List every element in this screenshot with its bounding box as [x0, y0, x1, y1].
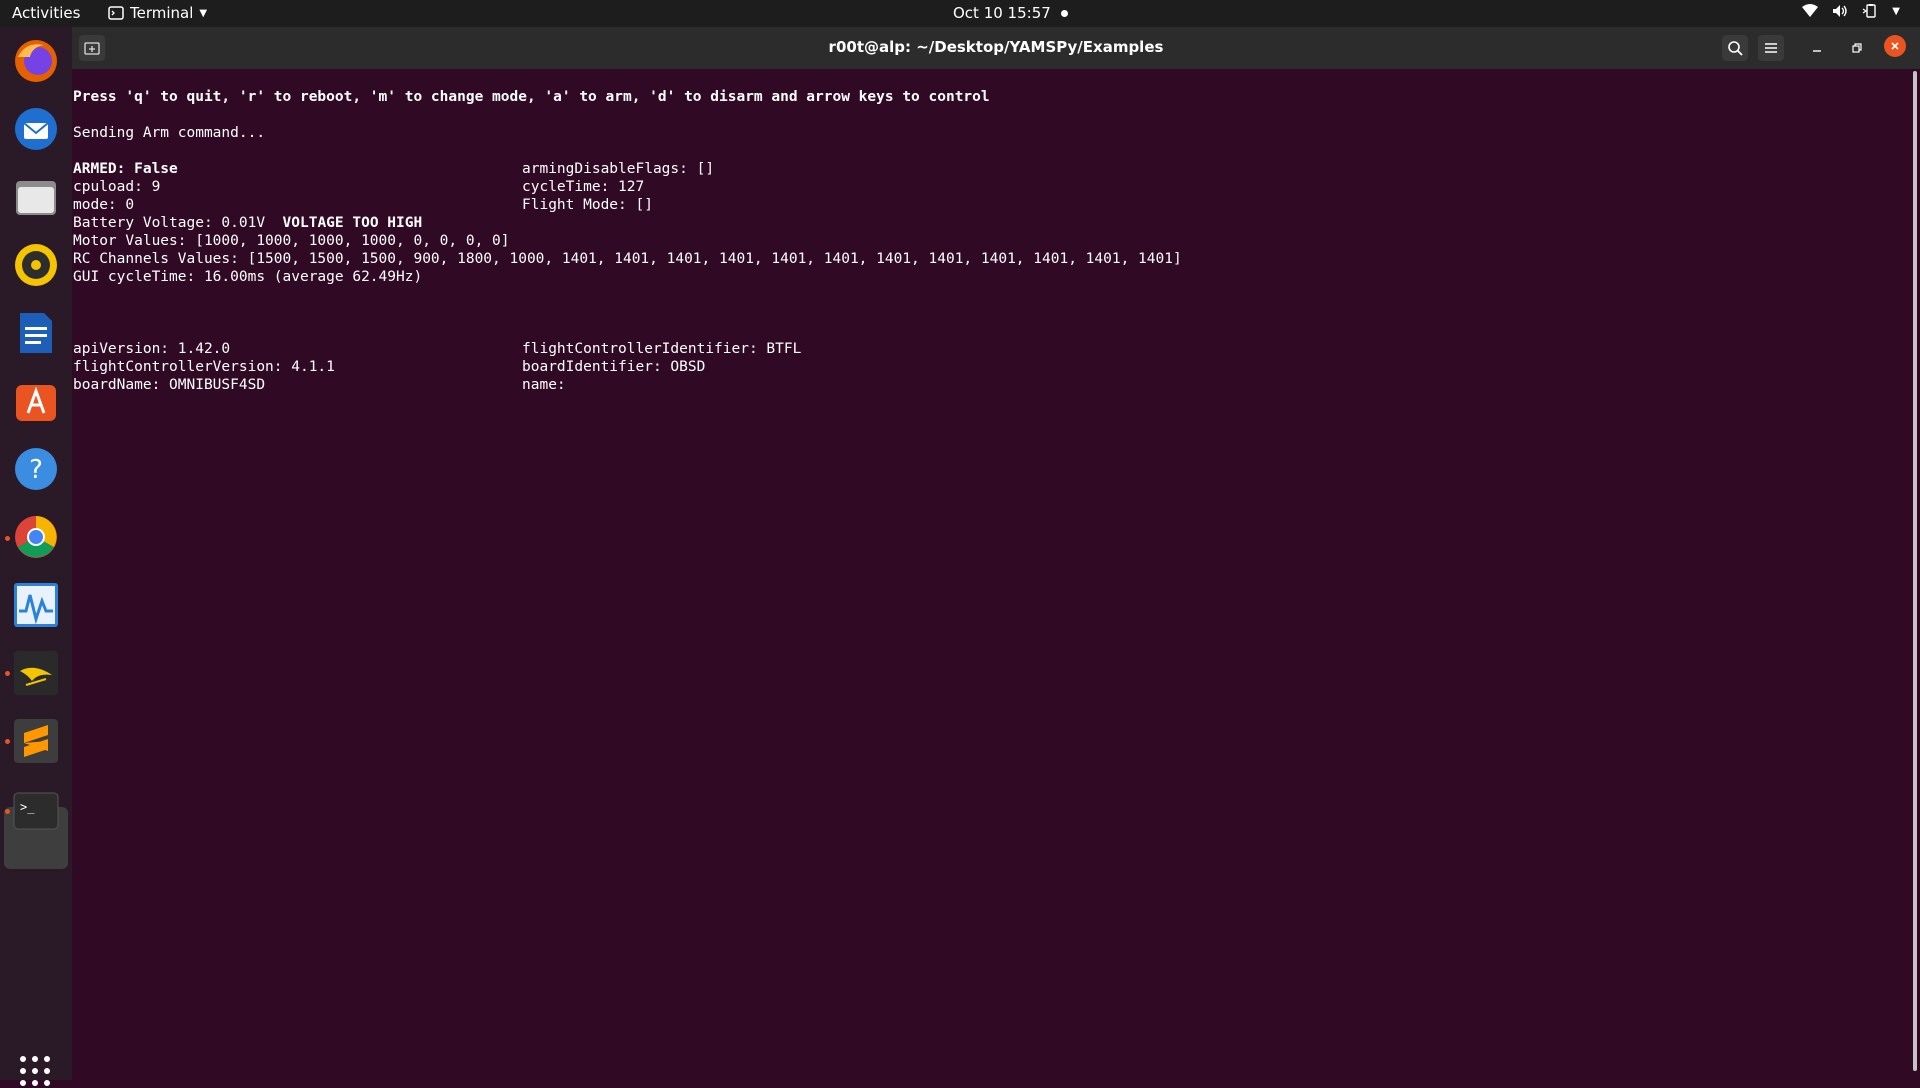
search-button[interactable]	[1722, 35, 1748, 61]
minimize-button[interactable]	[1804, 35, 1830, 61]
motor-values-line: Motor Values: [1000, 1000, 1000, 1000, 0…	[73, 233, 510, 249]
maximize-button[interactable]	[1844, 35, 1870, 61]
cpuload-line: cpuload: 9	[73, 179, 161, 195]
running-indicator	[5, 809, 10, 814]
dock-help[interactable]: ?	[12, 445, 60, 493]
battery-line: Battery Voltage: 0.01V VOLTAGE TOO HIGH	[73, 214, 422, 232]
chrome-icon	[15, 516, 57, 558]
system-monitor-icon	[14, 583, 58, 627]
wifi-icon	[1802, 4, 1819, 17]
system-status-area[interactable]: ▼	[1802, 4, 1900, 18]
minimize-icon	[1813, 50, 1821, 52]
show-apps-icon[interactable]	[20, 1056, 52, 1088]
software-icon	[16, 385, 56, 421]
dock-firefox[interactable]	[12, 37, 60, 85]
dock: ? >_	[0, 27, 72, 1086]
app-menu[interactable]: Terminal ▼	[108, 4, 207, 22]
dock-bird-app[interactable]	[12, 649, 60, 697]
fc-version-line: flightControllerVersion: 4.1.1	[73, 359, 335, 375]
dock-sublime-text[interactable]	[12, 717, 60, 765]
activities-button[interactable]: Activities	[12, 4, 80, 22]
dock-thunderbird[interactable]	[12, 105, 60, 153]
system-menu-chevron-icon: ▼	[1892, 5, 1900, 17]
running-indicator	[5, 536, 10, 541]
dock-rhythmbox[interactable]	[12, 241, 60, 289]
chevron-down-icon: ▼	[199, 7, 208, 19]
help-icon: ?	[15, 448, 57, 490]
voltage-warning: VOLTAGE TOO HIGH	[282, 215, 423, 231]
board-name-line: boardName: OMNIBUSF4SD	[73, 377, 266, 393]
thunderbird-icon	[15, 108, 57, 150]
window-title: r00t@alp: ~/Desktop/YAMSPy/Examples	[828, 38, 1164, 56]
arming-flags: armingDisableFlags: []	[522, 161, 715, 177]
instructions-line: Press 'q' to quit, 'r' to reboot, 'm' to…	[73, 89, 990, 105]
search-icon	[1728, 41, 1743, 56]
files-icon	[16, 181, 56, 215]
running-indicator	[5, 671, 10, 676]
armed-status: ARMED: False	[73, 161, 178, 177]
clock[interactable]: Oct 10 15:57	[953, 4, 1068, 22]
terminal-small-icon	[108, 6, 124, 20]
cycletime-line: cycleTime: 127	[522, 179, 645, 195]
close-icon	[1891, 42, 1899, 50]
api-version-line: apiVersion: 1.42.0	[73, 341, 231, 357]
datetime-label: Oct 10 15:57	[953, 4, 1051, 22]
gui-cycletime-line: GUI cycleTime: 16.00ms (average 62.49Hz)	[73, 269, 423, 285]
terminal-scrollbar[interactable]	[1910, 69, 1920, 1080]
rhythmbox-icon	[15, 244, 57, 286]
dock-terminal[interactable]: >_	[12, 787, 60, 835]
top-bar: Activities Terminal ▼ Oct 10 15:57 ▼	[0, 0, 1920, 27]
sublime-text-icon	[14, 719, 58, 763]
flight-mode-line: Flight Mode: []	[522, 197, 653, 213]
writer-icon	[20, 313, 52, 353]
mode-line: mode: 0	[73, 197, 135, 213]
svg-text:>_: >_	[20, 800, 35, 814]
restore-icon	[1852, 43, 1862, 53]
dock-libreoffice-writer[interactable]	[12, 309, 60, 357]
dock-system-monitor[interactable]	[12, 581, 60, 629]
dock-chrome[interactable]	[12, 513, 60, 561]
dock-ubuntu-software[interactable]	[12, 377, 60, 425]
app-menu-label: Terminal	[130, 4, 194, 22]
scrollbar-thumb[interactable]	[1913, 71, 1917, 1071]
name-line: name:	[522, 377, 566, 393]
terminal-output[interactable]: Press 'q' to quit, 'r' to reboot, 'm' to…	[72, 69, 1910, 1080]
menu-button[interactable]	[1758, 35, 1784, 61]
fc-identifier-line: flightControllerIdentifier: BTFL	[522, 341, 802, 357]
rc-channels-line: RC Channels Values: [1500, 1500, 1500, 9…	[73, 251, 1182, 267]
firefox-icon	[15, 40, 57, 82]
window-titlebar: r00t@alp: ~/Desktop/YAMSPy/Examples	[72, 27, 1920, 69]
terminal-icon: >_	[13, 792, 59, 830]
dock-files[interactable]	[12, 173, 60, 221]
svg-text:?: ?	[29, 455, 43, 485]
bird-app-icon	[14, 651, 58, 695]
board-identifier-line: boardIdentifier: OBSD	[522, 359, 706, 375]
hamburger-menu-icon	[1765, 43, 1777, 53]
notification-dot-icon	[1060, 9, 1068, 17]
running-indicator	[5, 739, 10, 744]
battery-icon	[1862, 4, 1876, 18]
close-button[interactable]	[1884, 35, 1906, 57]
volume-icon	[1833, 5, 1847, 17]
battery-voltage: Battery Voltage: 0.01V	[73, 215, 266, 231]
sending-line: Sending Arm command...	[73, 125, 266, 141]
